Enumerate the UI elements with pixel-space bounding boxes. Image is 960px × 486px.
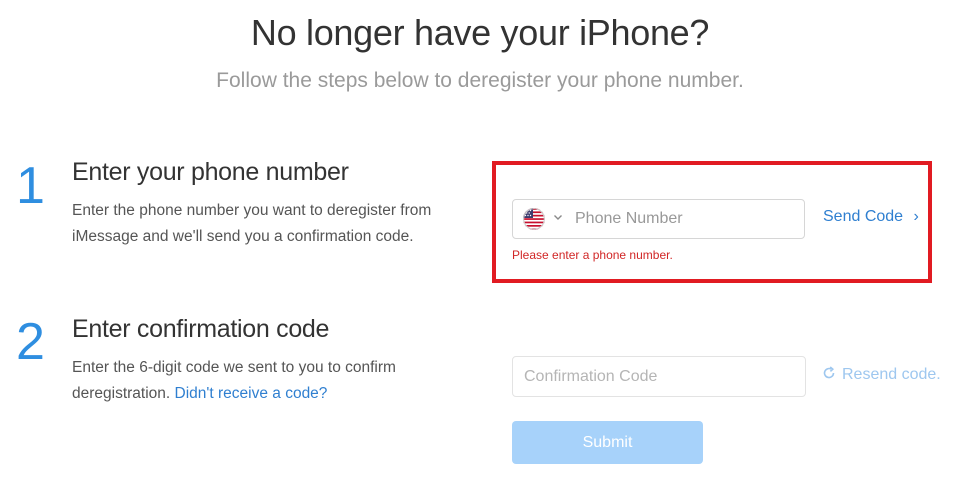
confirmation-code-field[interactable] (512, 356, 806, 397)
us-flag-icon[interactable] (523, 208, 545, 230)
step-2-description: Enter the 6-digit code we sent to you to… (72, 355, 452, 407)
refresh-icon (822, 366, 836, 384)
phone-number-input[interactable] (569, 200, 811, 238)
send-code-button[interactable]: Send Code › (823, 208, 919, 226)
step-2-number: 2 (16, 313, 45, 371)
resend-code-label: Resend code. (842, 366, 941, 383)
step-2-title: Enter confirmation code (72, 315, 330, 343)
step-1-description: Enter the phone number you want to dereg… (72, 202, 432, 245)
send-code-label: Send Code (823, 208, 904, 225)
phone-number-field[interactable] (512, 199, 811, 239)
submit-button[interactable]: Submit (512, 421, 703, 464)
chevron-right-icon: › (913, 208, 919, 225)
didnt-receive-code-link[interactable]: Didn't receive a code? (175, 385, 328, 402)
phone-error-message: Please enter a phone number. (512, 248, 673, 262)
resend-code-button[interactable]: Resend code. (822, 366, 941, 384)
chevron-down-icon[interactable] (553, 212, 563, 225)
step-1-number: 1 (16, 157, 45, 215)
step-1-title: Enter your phone number (72, 158, 349, 186)
page-title: No longer have your iPhone? (250, 12, 710, 53)
confirmation-code-input[interactable] (513, 357, 805, 396)
page-subtitle: Follow the steps below to deregister you… (216, 69, 744, 92)
